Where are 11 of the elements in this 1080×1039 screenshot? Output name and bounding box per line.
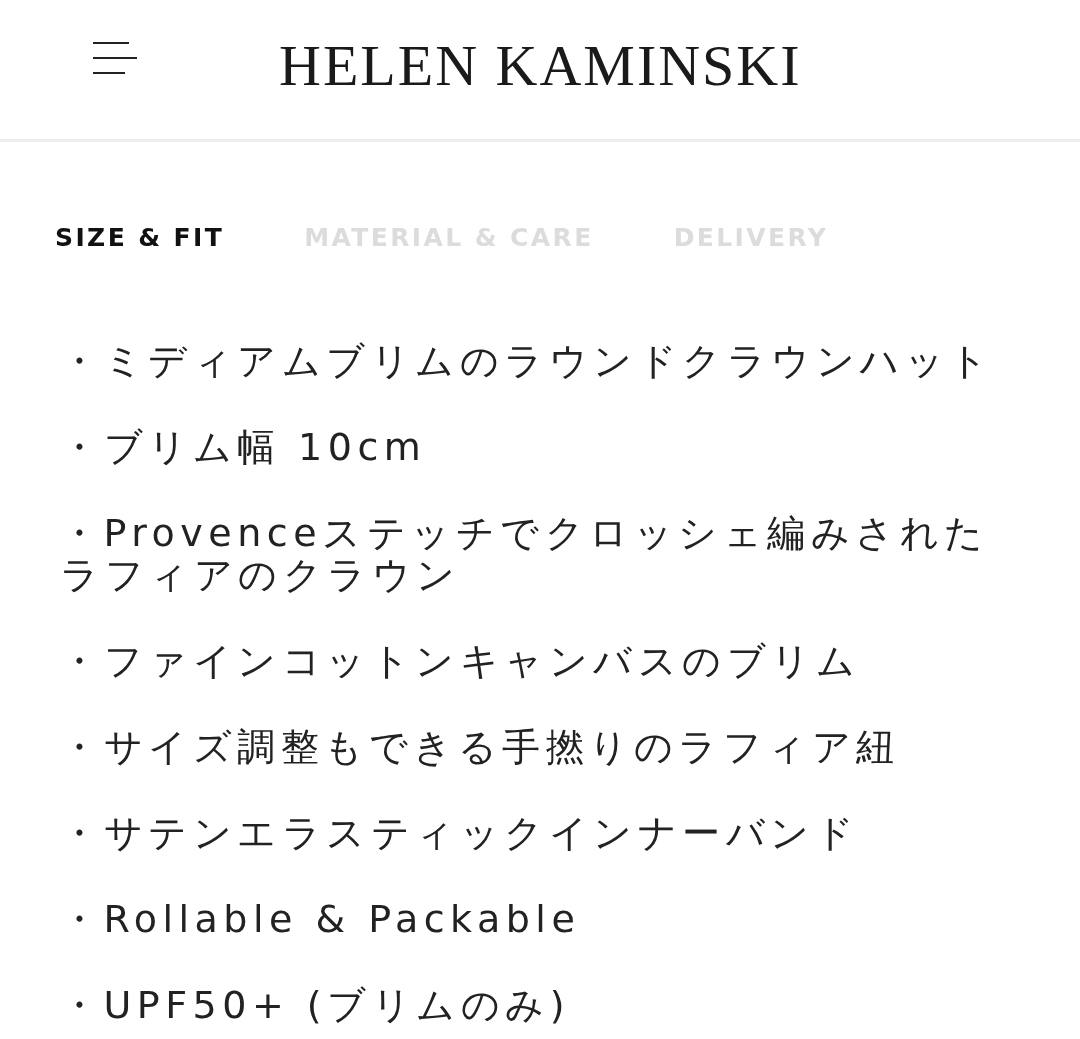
detail-text: ・ミディアムブリムのラウンドクラウンハット — [60, 340, 995, 382]
menu-icon[interactable] — [93, 41, 137, 74]
detail-text: ・Provenceステッチでクロッシェ編みされたラフィアのクラウン — [60, 512, 990, 596]
detail-text: ・ファインコットンキャンバスのブリム — [60, 640, 861, 682]
brand-logo[interactable]: HELEN KAMINSKI — [279, 32, 802, 99]
detail-text: ・サイズ調整もできる手撚りのラフィア紐 — [60, 726, 901, 768]
detail-text: ・サテンエラスティックインナーバンド — [60, 812, 860, 854]
tab[interactable]: SIZE & FIT — [55, 222, 225, 254]
detail-text: ・ブリム幅 10cm — [60, 426, 428, 468]
detail-text: ・UPF50+ (ブリムのみ) — [60, 984, 571, 1026]
detail-text: ・Rollable & Packable — [60, 898, 582, 940]
